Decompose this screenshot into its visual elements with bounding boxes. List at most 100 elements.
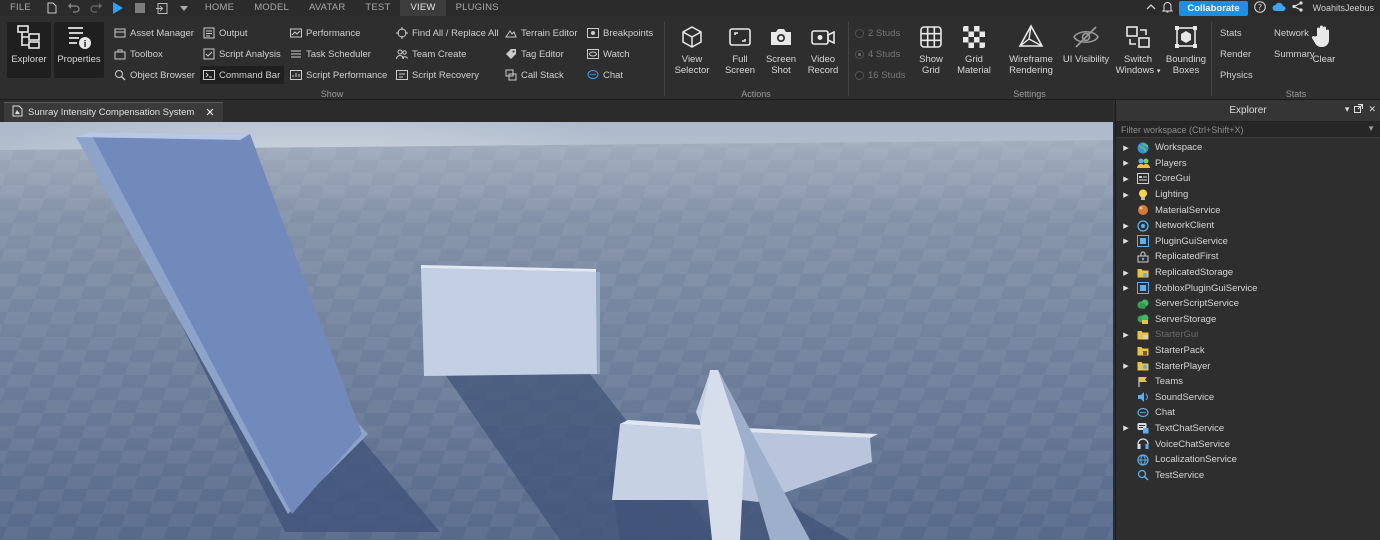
explorer-item-teams[interactable]: Teams [1116,374,1380,390]
explorer-button[interactable]: Explorer [7,22,51,78]
stats-button[interactable]: Stats [1220,24,1242,42]
explorer-item-players[interactable]: ▶ Players [1116,156,1380,172]
help-icon[interactable]: ? [1253,0,1266,16]
render-button[interactable]: Render [1220,45,1251,63]
team-create-button[interactable]: Team Create [395,45,466,63]
explorer-item-materialservice[interactable]: MaterialService [1116,202,1380,218]
explorer-item-replicatedfirst[interactable]: ReplicatedFirst [1116,249,1380,265]
expand-arrow-icon[interactable]: ▶ [1116,175,1136,183]
object-browser-button[interactable]: Object Browser [113,66,195,84]
output-button[interactable]: Output [202,24,248,42]
switch-windows-button[interactable]: Switch Windows ▾ [1115,22,1161,78]
studs-4-radio[interactable]: 4 Studs [855,45,900,63]
explorer-item-testservice[interactable]: TestService [1116,467,1380,483]
3d-viewport[interactable] [0,122,1113,540]
watch-button[interactable]: Watch [586,45,630,63]
performance-button[interactable]: Performance [289,24,360,42]
share-icon[interactable] [1292,1,1303,15]
wireframe-rendering-button[interactable]: Wireframe Rendering [1003,22,1059,78]
explorer-item-networkclient[interactable]: ▶ NetworkClient [1116,218,1380,234]
expand-arrow-icon[interactable]: ▶ [1116,159,1136,167]
quick-access-dropdown-icon[interactable] [177,1,191,15]
menu-model[interactable]: MODEL [244,0,299,16]
screen-shot-button[interactable]: Screen Shot [759,22,803,78]
explorer-item-textchatservice[interactable]: ▶ TextChatService [1116,421,1380,437]
play-icon[interactable] [111,1,125,15]
explorer-item-soundservice[interactable]: SoundService [1116,390,1380,406]
explorer-item-replicatedstorage[interactable]: ▶ ReplicatedStorage [1116,265,1380,281]
username-label[interactable]: WoahitsJeebus [1313,3,1374,13]
properties-button[interactable]: i Properties [54,22,104,78]
explorer-item-localizationservice[interactable]: LocalizationService [1116,452,1380,468]
bounding-boxes-button[interactable]: Bounding Boxes [1163,22,1209,78]
explorer-item-robloxpluginguiservice[interactable]: ▶ RobloxPluginGuiService [1116,280,1380,296]
expand-arrow-icon[interactable]: ▶ [1116,269,1136,277]
clear-stats-button[interactable]: Clear [1304,22,1344,78]
expand-arrow-icon[interactable]: ▶ [1116,331,1136,339]
expand-arrow-icon[interactable]: ▶ [1116,191,1136,199]
collapse-ribbon-icon[interactable] [1146,3,1156,14]
explorer-item-voicechatservice[interactable]: VoiceChatService [1116,436,1380,452]
redo-icon[interactable] [89,1,103,15]
undock-icon[interactable] [1354,104,1364,115]
explorer-item-serverscriptservice[interactable]: ServerScriptService [1116,296,1380,312]
asset-manager-button[interactable]: Asset Manager [113,24,194,42]
close-icon[interactable]: ✕ [1368,104,1376,115]
explorer-item-lighting[interactable]: ▶ Lighting [1116,187,1380,203]
menu-file[interactable]: FILE [0,0,41,16]
terrain-editor-button[interactable]: Terrain Editor [504,24,578,42]
video-record-button[interactable]: Video Record [801,22,845,78]
expand-arrow-icon[interactable]: ▶ [1116,144,1136,152]
explorer-item-coregui[interactable]: ▶ CoreGui [1116,171,1380,187]
expand-arrow-icon[interactable]: ▶ [1116,284,1136,292]
explorer-item-pluginguiservice[interactable]: ▶ PluginGuiService [1116,234,1380,250]
cloud-icon[interactable] [1272,2,1286,15]
document-tab[interactable]: Sunray Intensity Compensation System ✕ [4,102,223,122]
expand-arrow-icon[interactable]: ▶ [1116,237,1136,245]
expand-arrow-icon[interactable]: ▶ [1116,222,1136,230]
script-analysis-button[interactable]: Script Analysis [202,45,281,63]
expand-arrow-icon[interactable]: ▶ [1116,362,1136,370]
task-scheduler-button[interactable]: Task Scheduler [289,45,371,63]
notifications-icon[interactable] [1162,1,1174,16]
expand-arrow-icon[interactable]: ▶ [1116,424,1136,432]
import-icon[interactable] [155,1,169,15]
explorer-filter-input[interactable]: Filter workspace (Ctrl+Shift+X) ▼ [1116,122,1380,138]
chat-button[interactable]: Chat [586,66,623,84]
ui-visibility-button[interactable]: UI Visibility [1059,22,1113,78]
view-selector-button[interactable]: View Selector [670,22,714,78]
scene-canvas[interactable] [0,122,1113,540]
filter-dropdown-icon[interactable]: ▼ [1367,124,1375,133]
explorer-item-starterpack[interactable]: StarterPack [1116,343,1380,359]
explorer-item-chat[interactable]: Chat [1116,405,1380,421]
call-stack-button[interactable]: Call Stack [504,66,564,84]
close-icon[interactable]: ✕ [205,106,214,119]
grid-material-button[interactable]: Grid Material [952,22,996,78]
script-recovery-button[interactable]: Script Recovery [395,66,479,84]
undo-icon[interactable] [67,1,81,15]
menu-test[interactable]: TEST [355,0,400,16]
explorer-item-starterplayer[interactable]: ▶ StarterPlayer [1116,358,1380,374]
collaborate-button[interactable]: Collaborate [1179,0,1248,16]
menu-view[interactable]: VIEW [400,0,446,16]
stop-icon[interactable] [133,1,147,15]
menu-avatar[interactable]: AVATAR [299,0,355,16]
breakpoints-button[interactable]: Breakpoints [586,24,653,42]
chevron-down-icon[interactable]: ▾ [1345,104,1350,115]
explorer-item-workspace[interactable]: ▶ Workspace [1116,140,1380,156]
physics-button[interactable]: Physics [1220,66,1253,84]
tag-editor-button[interactable]: Tag Editor [504,45,564,63]
explorer-item-startergui[interactable]: ▶ StarterGui [1116,327,1380,343]
command-bar-button[interactable]: Command Bar [200,66,285,84]
full-screen-button[interactable]: Full Screen [718,22,762,78]
show-grid-button[interactable]: Show Grid [909,22,953,78]
explorer-item-serverstorage[interactable]: ServerStorage [1116,312,1380,328]
menu-home[interactable]: HOME [195,0,244,16]
middle-wall-part[interactable] [421,268,597,376]
studs-16-radio[interactable]: 16 Studs [855,66,906,84]
studs-2-radio[interactable]: 2 Studs [855,24,900,42]
find-replace-all-button[interactable]: Find All / Replace All [395,24,499,42]
script-performance-button[interactable]: Script Performance [289,66,387,84]
toolbox-button[interactable]: Toolbox [113,45,163,63]
new-file-icon[interactable] [45,1,59,15]
